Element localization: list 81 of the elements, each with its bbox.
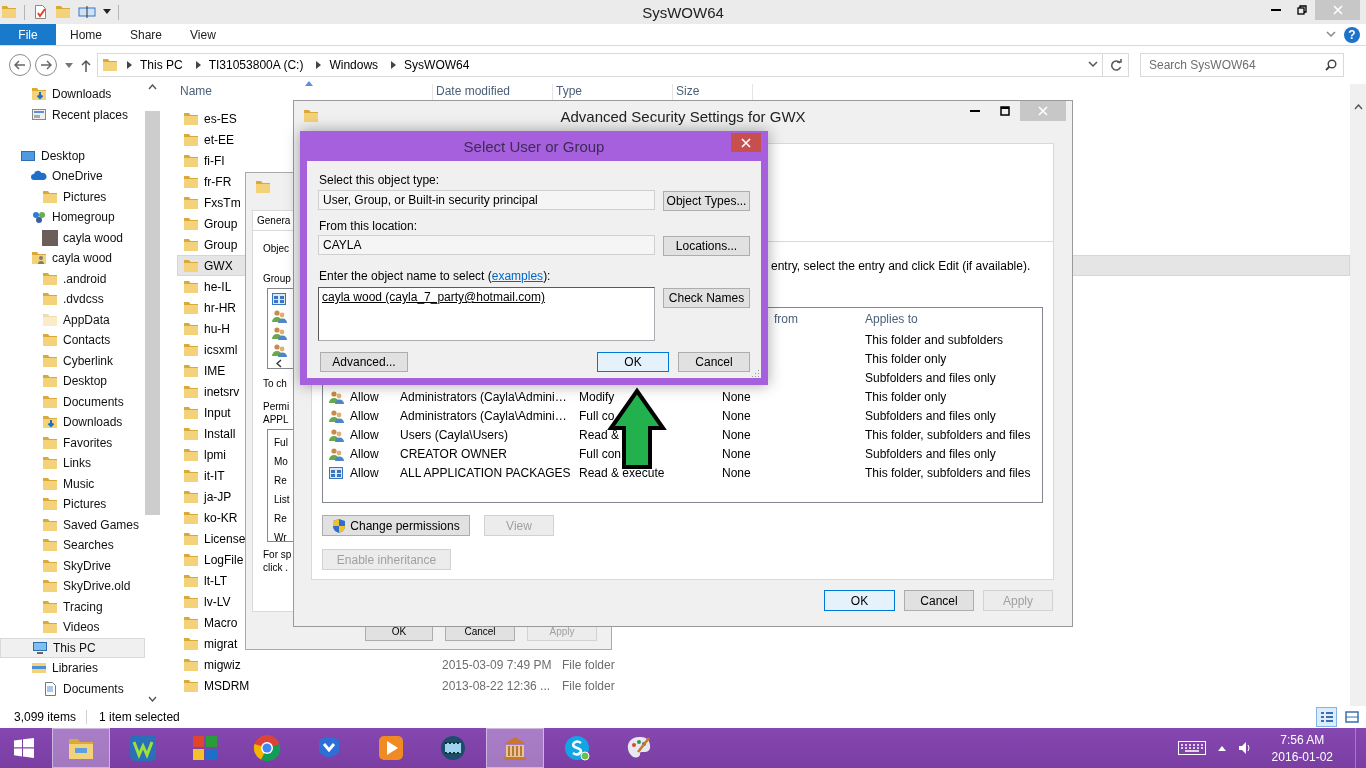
clock-time: 7:56 AM	[1280, 732, 1325, 747]
file-name: Group	[204, 216, 238, 231]
entry-inherited-from: None	[722, 389, 752, 404]
entry-type: Allow	[350, 408, 380, 423]
object-name-label: Enter the object name to select (examples):	[318, 269, 552, 283]
file-name: Install	[204, 426, 236, 441]
entry-inherited-from: None	[722, 427, 752, 442]
file-name: ja-JP	[204, 489, 232, 504]
file-name: it-IT	[204, 468, 225, 483]
entry-applies-to: Subfolders and files only	[865, 408, 997, 423]
entry-type: Allow	[350, 389, 380, 404]
permission-name: Re	[274, 512, 287, 525]
file-name: ko-KR	[204, 510, 238, 525]
entry-applies-to: This folder only	[865, 389, 948, 404]
file-name: Input	[204, 405, 231, 420]
file-name: GWX	[204, 258, 233, 273]
file-name: hr-HR	[204, 300, 236, 315]
entry-access: Read &	[579, 427, 621, 442]
file-name: lv-LV	[204, 594, 231, 609]
file-name: fi-FI	[204, 153, 225, 168]
file-type: File folder	[561, 657, 616, 672]
file-name: icsxml	[204, 342, 238, 357]
file-name: LogFile	[204, 552, 244, 567]
entry-applies-to: This folder, subfolders and files	[865, 427, 1032, 442]
file-name: IME	[204, 363, 226, 378]
dialog-title: Select User or Group	[463, 137, 605, 155]
permission-name: Wr	[274, 531, 287, 544]
file-name: lpmi	[204, 447, 226, 462]
permission-name: Mo	[274, 455, 288, 468]
entry-applies-to: Subfolders and files only	[865, 370, 997, 385]
entry-type: Allow	[350, 446, 380, 461]
entry-access: Modify	[579, 389, 616, 404]
entry-applies-to: Subfolders and files only	[865, 446, 997, 461]
item-count: 3,099 items	[14, 710, 88, 724]
clock-date: 2016-01-02	[1271, 749, 1333, 764]
file-name: es-ES	[204, 111, 237, 126]
file-name: Group	[204, 237, 238, 252]
entry-access: Full con	[579, 446, 623, 461]
file-name: License	[204, 531, 246, 546]
entry-inherited-from: None	[722, 465, 752, 480]
selection-count: 1 item selected	[99, 710, 180, 724]
entry-principal: CREATOR OWNER	[400, 446, 508, 461]
entry-type: Allow	[350, 427, 380, 442]
entry-applies-to: This folder only	[865, 351, 948, 366]
entry-access: Read & execute	[579, 465, 666, 480]
file-name: hu-H	[204, 321, 230, 336]
entry-principal: ALL APPLICATION PACKAGES	[400, 465, 572, 480]
object-type-label: Select this object type:	[318, 173, 441, 187]
entry-applies-to: This folder and subfolders	[865, 332, 1005, 347]
file-date: 2013-08-22 12:36 ...	[441, 678, 552, 693]
entry-type: Allow	[350, 465, 380, 480]
permissions-label: Permi APPL	[263, 400, 290, 426]
file-date: 2015-03-09 7:49 PM	[441, 657, 553, 672]
window-title: Advanced Security Settings for GWX	[560, 107, 806, 125]
entry-principal: Administrators (Cayla\Admini…	[400, 408, 568, 423]
file-name: migwiz	[204, 657, 241, 672]
special-hint: For sp click .	[263, 548, 292, 574]
permission-name: Re	[274, 474, 287, 487]
file-name: Macro	[204, 615, 238, 630]
file-type: File folder	[561, 678, 616, 693]
instruction-text: entry, select the entry and click Edit (if available).	[770, 259, 1032, 273]
entry-inherited-from: None	[722, 446, 752, 461]
file-name: MSDRM	[204, 678, 250, 693]
entry-applies-to: This folder, subfolders and files	[865, 465, 1032, 480]
entry-principal: Users (Cayla\Users)	[400, 427, 509, 442]
file-name: et-EE	[204, 132, 234, 147]
entry-principal: Administrators (Cayla\Admini…	[400, 389, 568, 404]
file-name: lt-LT	[204, 573, 228, 588]
permission-name: List	[274, 493, 290, 506]
file-name: fr-FR	[204, 174, 232, 189]
object-label: Objec	[263, 242, 290, 255]
window-title: SysWOW64	[642, 3, 724, 21]
group-label: Group	[263, 272, 291, 285]
file-name: he-IL	[204, 279, 232, 294]
file-name: inetsrv	[204, 384, 240, 399]
entry-access: Full co	[579, 408, 616, 423]
permission-name: Ful	[274, 436, 288, 449]
entry-inherited-from: None	[722, 408, 752, 423]
change-hint: To ch	[263, 377, 287, 390]
file-name: FxsTm	[204, 195, 241, 210]
file-name: migrat	[204, 636, 238, 651]
